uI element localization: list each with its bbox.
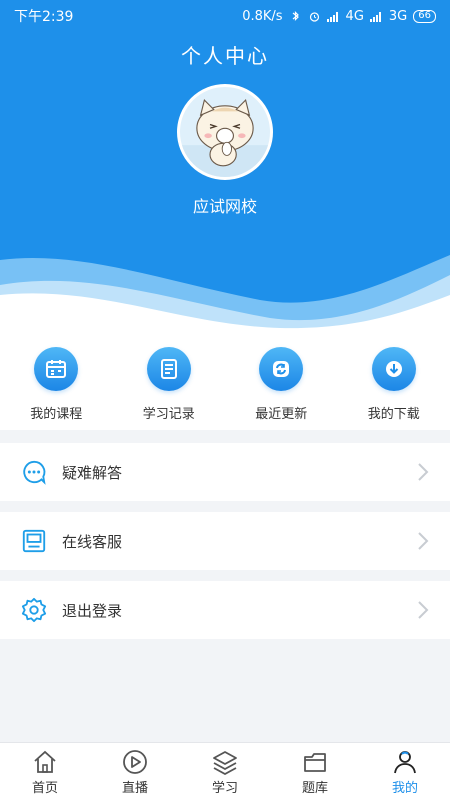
quick-label: 我的课程 (30, 407, 83, 422)
service-terminal-icon (20, 527, 48, 555)
profile-header: 下午2:39 0.8K/s 4G 3G 66 个人中心 应试网校 (0, 0, 450, 330)
tab-home[interactable]: 首页 (0, 743, 90, 800)
quick-label: 学习记录 (142, 407, 195, 422)
quick-actions: 我的课程 学习记录 最近更新 我的下载 (0, 330, 450, 430)
refresh-icon (259, 347, 304, 391)
signal-icon (369, 11, 381, 22)
tab-label: 学习 (211, 781, 238, 796)
tab-label: 题库 (301, 781, 328, 796)
tab-label: 首页 (31, 781, 58, 796)
bottom-tab-bar: 首页 直播 学习 题库 我的 (0, 742, 450, 800)
avatar[interactable] (177, 84, 273, 180)
menu-item-faq[interactable]: 疑难解答 (0, 443, 450, 501)
play-circle-icon (123, 750, 147, 774)
calendar-icon (34, 347, 79, 391)
alarm-icon (309, 11, 319, 22)
header-waves (0, 255, 450, 330)
tab-label: 直播 (121, 781, 148, 796)
status-right: 0.8K/s 4G 3G 66 (242, 9, 436, 24)
network-type-2: 3G (388, 8, 408, 24)
menu-item-customer-service[interactable]: 在线客服 (0, 512, 450, 570)
home-icon (34, 750, 56, 773)
quick-label: 最近更新 (255, 407, 308, 422)
menu-item-label: 在线客服 (62, 532, 123, 551)
status-bar: 下午2:39 0.8K/s 4G 3G 66 (0, 0, 450, 32)
tab-label: 我的 (391, 781, 418, 796)
user-icon (394, 751, 416, 774)
clipboard-icon (146, 347, 191, 391)
download-icon (371, 347, 416, 391)
network-type-1: 4G (345, 8, 364, 24)
my-courses-button[interactable]: 我的课程 (0, 330, 113, 430)
study-record-button[interactable]: 学习记录 (113, 330, 226, 430)
tab-question-bank[interactable]: 题库 (270, 743, 360, 800)
bluetooth-icon (292, 10, 299, 21)
status-time: 下午2:39 (14, 9, 74, 25)
recent-updates-button[interactable]: 最近更新 (225, 330, 338, 430)
quick-label: 我的下载 (367, 407, 420, 422)
cat-avatar-image (180, 99, 270, 177)
signal-icon (326, 11, 338, 22)
layers-icon (213, 751, 237, 775)
tab-mine[interactable]: 我的 (360, 743, 450, 800)
tab-study[interactable]: 学习 (180, 743, 270, 800)
network-speed: 0.8K/s (242, 8, 283, 24)
folder-icon (304, 753, 326, 772)
my-downloads-button[interactable]: 我的下载 (338, 330, 450, 430)
menu-item-label: 疑难解答 (62, 463, 123, 482)
username: 应试网校 (192, 197, 257, 216)
tab-live[interactable]: 直播 (90, 743, 180, 800)
chevron-right-icon (418, 463, 429, 481)
chevron-right-icon (418, 532, 429, 550)
battery-indicator: 66 (413, 9, 436, 23)
menu-item-label: 退出登录 (62, 601, 123, 620)
page-title: 个人中心 (181, 44, 269, 68)
settings-gear-icon (20, 596, 48, 624)
menu-item-logout[interactable]: 退出登录 (0, 581, 450, 639)
chat-bubble-icon (20, 458, 48, 486)
chevron-right-icon (418, 601, 429, 619)
